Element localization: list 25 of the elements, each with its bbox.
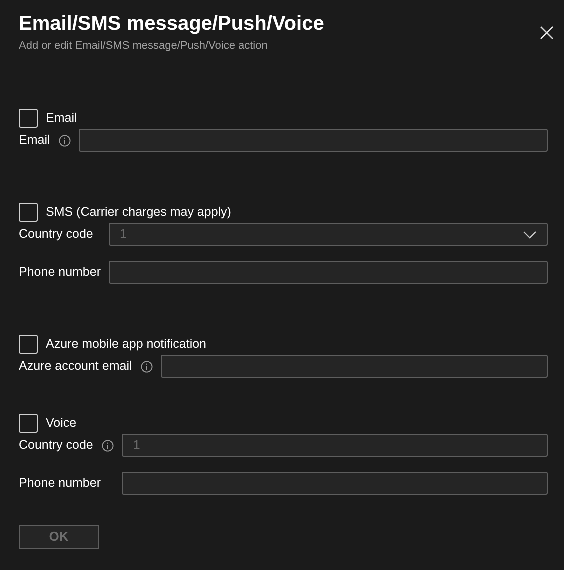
field-label: Country code [19,226,94,244]
info-icon[interactable] [141,360,154,372]
field-label: Email [19,132,50,150]
checkbox[interactable] [19,414,38,432]
checkbox-label: Email [46,110,78,127]
checkbox-label: SMS (Carrier charges may apply) [46,204,232,221]
panel-title: Email/SMS message/Push/Voice [19,12,324,37]
field-label: Phone number [19,264,102,282]
info-icon[interactable] [59,134,72,146]
checkbox[interactable] [19,202,38,222]
field-label: Azure account email [19,358,132,376]
close-button[interactable] [540,26,554,40]
input-field[interactable] [79,129,548,152]
close-icon [540,26,554,40]
input-field[interactable] [122,472,548,495]
input-field[interactable] [161,355,548,378]
input-field[interactable] [109,261,548,284]
panel-subtitle: Add or edit Email/SMS message/Push/Voice action [19,39,269,53]
checkbox[interactable] [19,108,38,128]
checkbox[interactable] [19,334,38,354]
field-label: Phone number [19,475,102,492]
checkbox-label: Voice [46,414,77,432]
checkbox-label: Azure mobile app notification [46,336,207,353]
field-label: Country code [19,437,94,454]
chevron-down-icon [523,230,537,238]
